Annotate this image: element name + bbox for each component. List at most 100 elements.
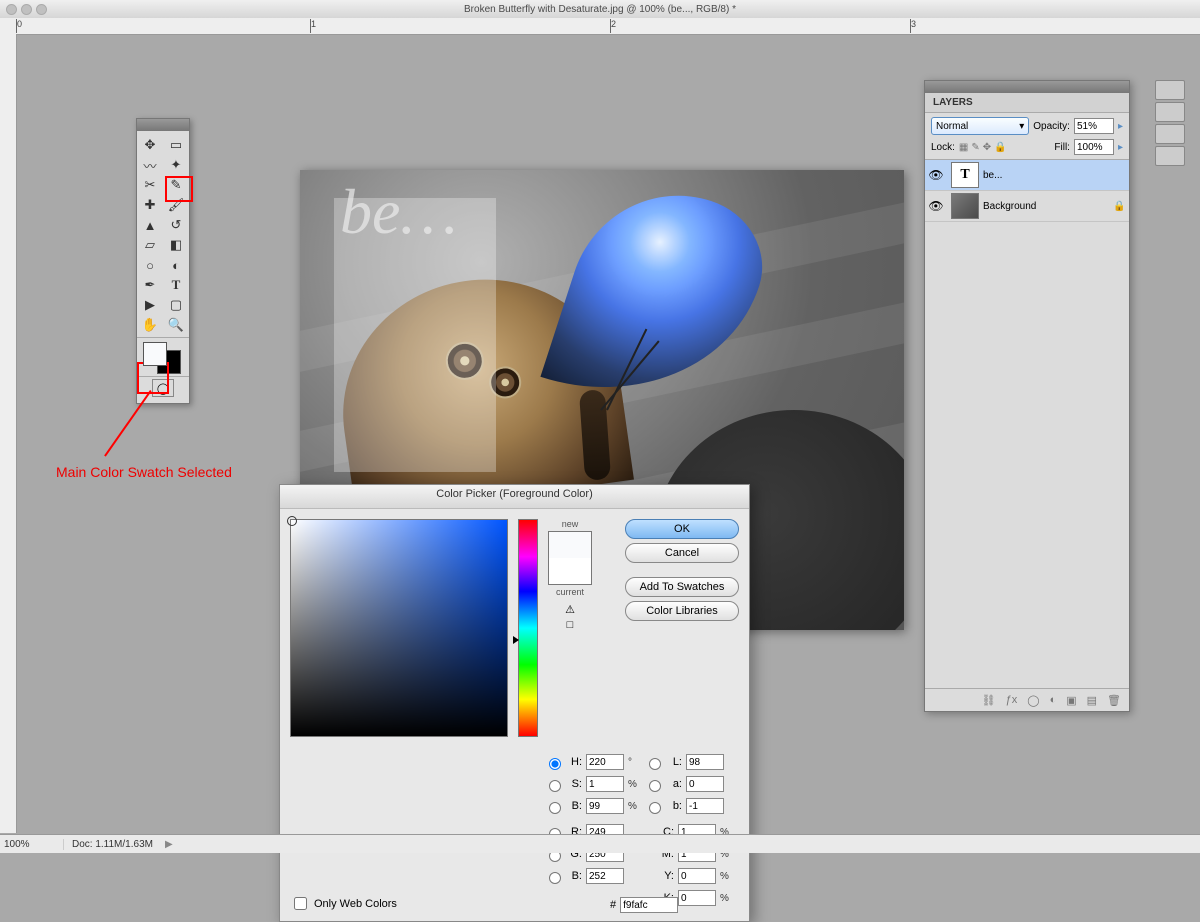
zoom-tool-icon[interactable]: 🔍 xyxy=(163,315,189,335)
a-input[interactable] xyxy=(686,776,724,792)
collapsed-panel-icon[interactable] xyxy=(1155,124,1185,144)
l-radio[interactable] xyxy=(649,758,661,770)
only-web-colors-checkbox[interactable]: Only Web Colors xyxy=(290,894,397,913)
s-label: S: xyxy=(568,778,582,790)
a-radio[interactable] xyxy=(649,780,661,792)
ruler-vertical xyxy=(0,34,17,833)
clone-stamp-tool-icon[interactable]: ▲ xyxy=(137,215,163,235)
websafe-warning-icon[interactable]: □ xyxy=(567,619,574,631)
current-label: current xyxy=(556,587,584,597)
l-label: L: xyxy=(668,756,682,768)
panel-grip[interactable] xyxy=(925,81,1129,93)
layer-thumbnail[interactable] xyxy=(951,193,979,219)
tools-panel[interactable]: ✥ ▭ 〰 ✦ ✂ ✎ ✚ 🖌 ▲ ↺ ▱ ◧ ○ ◐ ✒ T ▶ ▢ ✋ 🔍 … xyxy=(136,118,190,404)
color-field[interactable] xyxy=(290,519,508,737)
fill-input[interactable] xyxy=(1074,139,1114,155)
add-to-swatches-button[interactable]: Add To Swatches xyxy=(625,577,739,597)
cancel-button[interactable]: Cancel xyxy=(625,543,739,563)
h-input[interactable] xyxy=(586,754,624,770)
healing-brush-tool-icon[interactable]: ✚ xyxy=(137,195,163,215)
adjustment-layer-icon[interactable]: ◐ xyxy=(1050,694,1057,706)
collapsed-panel-dock[interactable] xyxy=(1155,80,1185,166)
layer-style-icon[interactable]: ƒx xyxy=(1006,694,1018,706)
status-menu-icon[interactable]: ▶ xyxy=(165,839,173,850)
foreground-color-swatch[interactable] xyxy=(143,342,167,366)
doc-size: Doc: 1.11M/1.63M xyxy=(64,839,161,850)
b2-label: B: xyxy=(568,870,582,882)
b2-input[interactable] xyxy=(586,868,624,884)
layer-row[interactable]: 👁 Background 🔒 xyxy=(925,191,1129,222)
shape-tool-icon[interactable]: ▢ xyxy=(163,295,189,315)
brush-tool-icon[interactable]: 🖌 xyxy=(163,195,189,215)
eyedropper-tool-icon[interactable]: ✎ xyxy=(163,175,189,195)
color-libraries-button[interactable]: Color Libraries xyxy=(625,601,739,621)
lasso-tool-icon[interactable]: 〰 xyxy=(137,155,163,175)
y-label: Y: xyxy=(660,870,674,882)
h-radio[interactable] xyxy=(549,758,561,770)
collapsed-panel-icon[interactable] xyxy=(1155,146,1185,166)
blur-tool-icon[interactable]: ○ xyxy=(137,255,163,275)
new-label: new xyxy=(562,519,579,529)
lock-label: Lock: xyxy=(931,142,955,153)
text-layer-be: be… xyxy=(340,180,457,244)
traffic-lights[interactable] xyxy=(6,4,47,15)
layers-footer: ⛓ ƒx ◯ ◐ ▣ ▤ 🗑 xyxy=(925,688,1129,711)
b-radio[interactable] xyxy=(549,802,561,814)
link-layers-icon[interactable]: ⛓ xyxy=(982,694,996,707)
move-tool-icon[interactable]: ✥ xyxy=(137,135,163,155)
eraser-tool-icon[interactable]: ▱ xyxy=(137,235,163,255)
dodge-tool-icon[interactable]: ◐ xyxy=(163,255,189,275)
opacity-input[interactable] xyxy=(1074,118,1114,134)
gradient-tool-icon[interactable]: ◧ xyxy=(163,235,189,255)
visibility-toggle-icon[interactable]: 👁 xyxy=(925,199,947,213)
b2-radio[interactable] xyxy=(549,872,561,884)
delete-layer-icon[interactable]: 🗑 xyxy=(1107,694,1121,707)
window-titlebar: Broken Butterfly with Desaturate.jpg @ 1… xyxy=(0,0,1200,18)
layers-tab[interactable]: LAYERS xyxy=(925,93,1129,113)
lb-radio[interactable] xyxy=(649,802,661,814)
s-input[interactable] xyxy=(586,776,624,792)
panel-grip[interactable] xyxy=(137,119,189,131)
lock-transparency-icon[interactable]: ▦ xyxy=(959,142,968,153)
layer-name[interactable]: Background xyxy=(983,201,1113,212)
pen-tool-icon[interactable]: ✒ xyxy=(137,275,163,295)
lb-input[interactable] xyxy=(686,798,724,814)
group-icon[interactable]: ▣ xyxy=(1066,694,1076,707)
k-input[interactable] xyxy=(678,890,716,906)
collapsed-panel-icon[interactable] xyxy=(1155,80,1185,100)
type-tool-icon[interactable]: T xyxy=(163,275,189,295)
new-layer-icon[interactable]: ▤ xyxy=(1087,694,1097,707)
path-selection-tool-icon[interactable]: ▶ xyxy=(137,295,163,315)
magic-wand-tool-icon[interactable]: ✦ xyxy=(163,155,189,175)
gamut-warning-icon[interactable]: ⚠ xyxy=(565,603,575,616)
visibility-toggle-icon[interactable]: 👁 xyxy=(925,168,947,182)
marquee-tool-icon[interactable]: ▭ xyxy=(163,135,189,155)
crop-tool-icon[interactable]: ✂ xyxy=(137,175,163,195)
hex-input[interactable] xyxy=(620,897,678,913)
history-brush-tool-icon[interactable]: ↺ xyxy=(163,215,189,235)
layer-thumbnail[interactable]: T xyxy=(951,162,979,188)
b-input[interactable] xyxy=(586,798,624,814)
layer-mask-icon[interactable]: ◯ xyxy=(1027,694,1039,707)
layers-panel[interactable]: LAYERS Normal▾ Opacity: ▸ Lock: ▦ ✎ ✥ 🔒 … xyxy=(924,80,1130,712)
collapsed-panel-icon[interactable] xyxy=(1155,102,1185,122)
layer-row[interactable]: 👁 T be... xyxy=(925,160,1129,191)
s-radio[interactable] xyxy=(549,780,561,792)
new-current-swatch[interactable] xyxy=(548,531,592,585)
quick-mask-toggle[interactable]: ◯ xyxy=(152,379,174,397)
y-input[interactable] xyxy=(678,868,716,884)
lock-position-icon[interactable]: ✥ xyxy=(983,142,991,153)
color-picker-dialog[interactable]: Color Picker (Foreground Color) new curr… xyxy=(279,484,750,922)
window-title: Broken Butterfly with Desaturate.jpg @ 1… xyxy=(0,4,1200,15)
blend-mode-select[interactable]: Normal▾ xyxy=(931,117,1029,135)
dialog-title: Color Picker (Foreground Color) xyxy=(280,485,749,509)
lock-image-icon[interactable]: ✎ xyxy=(971,142,979,153)
hand-tool-icon[interactable]: ✋ xyxy=(137,315,163,335)
b-label: B: xyxy=(568,800,582,812)
lock-all-icon[interactable]: 🔒 xyxy=(994,142,1006,153)
ok-button[interactable]: OK xyxy=(625,519,739,539)
zoom-level[interactable]: 100% xyxy=(0,839,64,850)
hue-slider[interactable] xyxy=(518,519,538,737)
l-input[interactable] xyxy=(686,754,724,770)
layer-name[interactable]: be... xyxy=(983,170,1129,181)
